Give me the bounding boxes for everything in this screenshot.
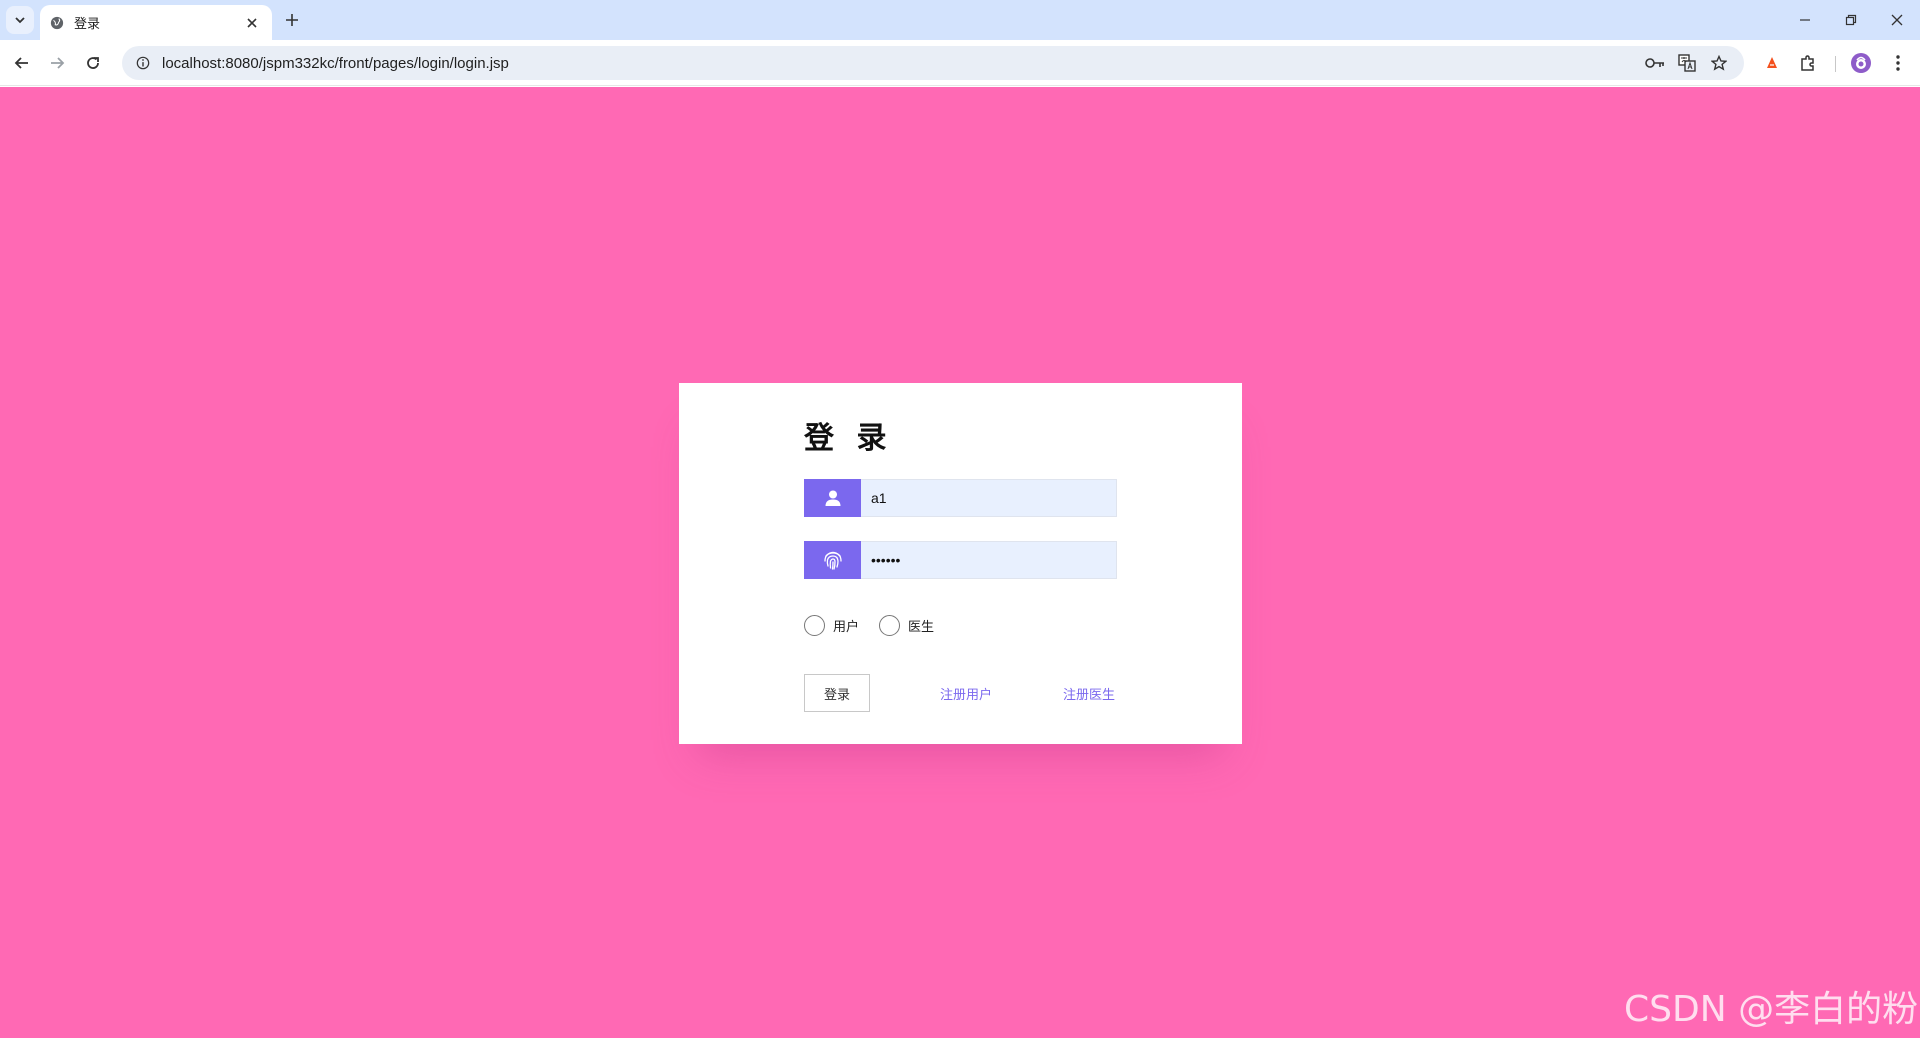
translate-icon[interactable] — [1672, 48, 1702, 78]
minimize-button[interactable] — [1782, 0, 1828, 40]
role-option-user[interactable]: 用户 — [804, 614, 860, 636]
role-radio-group: 用户 医生 — [804, 613, 954, 637]
arrow-left-icon — [14, 57, 28, 69]
close-window-button[interactable] — [1874, 0, 1920, 40]
page-background: 登 录 用户 — [0, 87, 1920, 1038]
bookmark-star-icon[interactable] — [1704, 48, 1734, 78]
arrow-right-icon — [51, 57, 65, 69]
username-input[interactable] — [861, 479, 1117, 517]
tab-title: 登录 — [74, 16, 101, 31]
user-icon — [804, 479, 861, 517]
browser-menu-icon[interactable] — [1884, 49, 1912, 77]
key-icon[interactable] — [1640, 48, 1670, 78]
login-title: 登 录 — [804, 421, 893, 456]
reload-icon — [87, 57, 99, 69]
username-row — [804, 479, 1117, 517]
tab-search-button[interactable] — [6, 6, 34, 34]
radio-button[interactable] — [804, 614, 825, 636]
role-option-doctor[interactable]: 医生 — [879, 614, 935, 636]
url-text[interactable]: localhost:8080/jspm332kc/front/pages/log… — [162, 55, 1640, 72]
close-icon — [1891, 14, 1903, 26]
close-tab-icon[interactable] — [242, 13, 262, 33]
back-button[interactable] — [8, 49, 36, 77]
restore-button[interactable] — [1828, 0, 1874, 40]
forward-button[interactable] — [43, 49, 71, 77]
password-row — [804, 541, 1117, 579]
password-input[interactable] — [861, 541, 1117, 579]
extension-icon[interactable] — [1758, 49, 1786, 77]
toolbar-divider — [1835, 56, 1836, 72]
plus-icon — [286, 14, 298, 26]
site-info-icon[interactable] — [128, 48, 158, 78]
browser-tab[interactable]: 登录 — [40, 5, 272, 40]
extensions-puzzle-icon[interactable] — [1794, 49, 1822, 77]
new-tab-button[interactable] — [280, 8, 304, 32]
register-user-link[interactable]: 注册用户 — [940, 684, 992, 703]
address-bar[interactable]: localhost:8080/jspm332kc/front/pages/log… — [122, 46, 1744, 80]
role-label: 医生 — [908, 619, 935, 635]
reload-button[interactable] — [79, 49, 107, 77]
fingerprint-icon — [804, 541, 861, 579]
browser-tab-strip: 登录 — [0, 0, 1920, 40]
chevron-down-icon — [15, 17, 25, 24]
role-label: 用户 — [833, 619, 860, 635]
radio-button[interactable] — [879, 614, 901, 636]
watermark: CSDN @李白的粉 — [1624, 989, 1919, 1030]
restore-icon — [1845, 14, 1857, 26]
globe-icon — [50, 16, 64, 29]
profile-avatar[interactable] — [1847, 49, 1875, 77]
register-doctor-link[interactable]: 注册医生 — [1063, 684, 1115, 703]
login-button[interactable]: 登录 — [804, 674, 870, 712]
browser-toolbar: localhost:8080/jspm332kc/front/pages/log… — [0, 40, 1920, 86]
login-card: 登 录 用户 — [679, 383, 1242, 744]
minimize-icon — [1800, 19, 1810, 21]
